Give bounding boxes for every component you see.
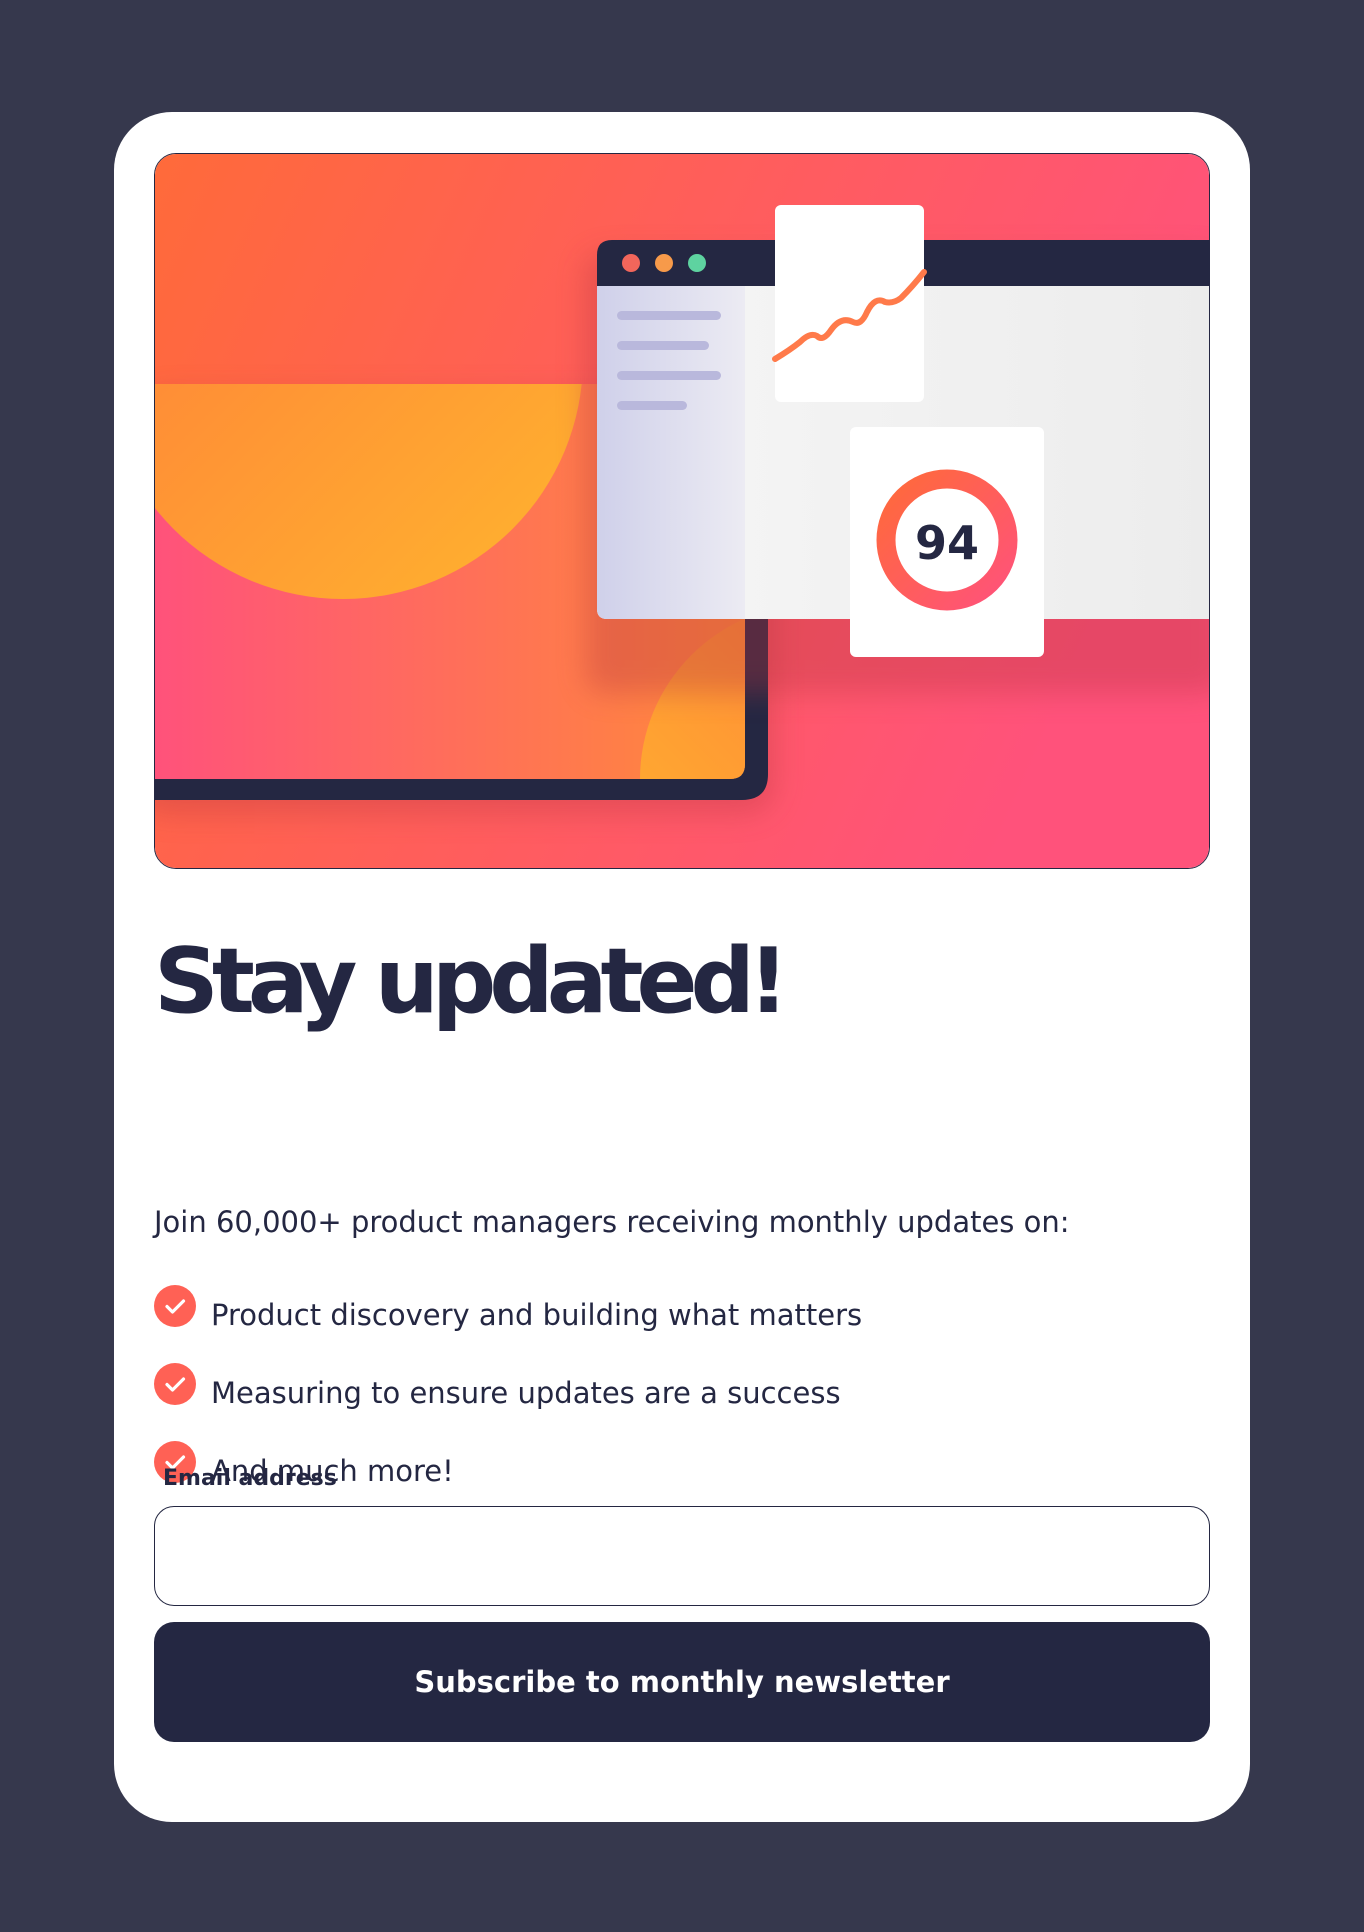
email-field[interactable]	[154, 1506, 1210, 1606]
score-value: 94	[915, 516, 979, 570]
check-circle-icon	[154, 1285, 196, 1327]
feature-label: Measuring to ensure updates are a succes…	[211, 1376, 841, 1410]
chart-card	[772, 205, 927, 402]
window-maximize-dot	[688, 254, 706, 272]
page-title: Stay updated!	[154, 929, 789, 1034]
hero-illustration: 94	[154, 153, 1210, 869]
illustration-svg: 94	[155, 154, 1209, 868]
intro-text: Join 60,000+ product managers receiving …	[154, 1205, 1070, 1239]
subscribe-button[interactable]: Subscribe to monthly newsletter	[154, 1622, 1210, 1742]
window-minimize-dot	[655, 254, 673, 272]
check-circle-icon	[154, 1363, 196, 1405]
signup-card: 94 Stay updated! Join 60,000+ product ma…	[114, 112, 1250, 1822]
score-card: 94	[850, 427, 1044, 657]
window-close-dot	[622, 254, 640, 272]
email-label: Email address	[163, 1466, 337, 1491]
feature-label: Product discovery and building what matt…	[211, 1298, 863, 1332]
